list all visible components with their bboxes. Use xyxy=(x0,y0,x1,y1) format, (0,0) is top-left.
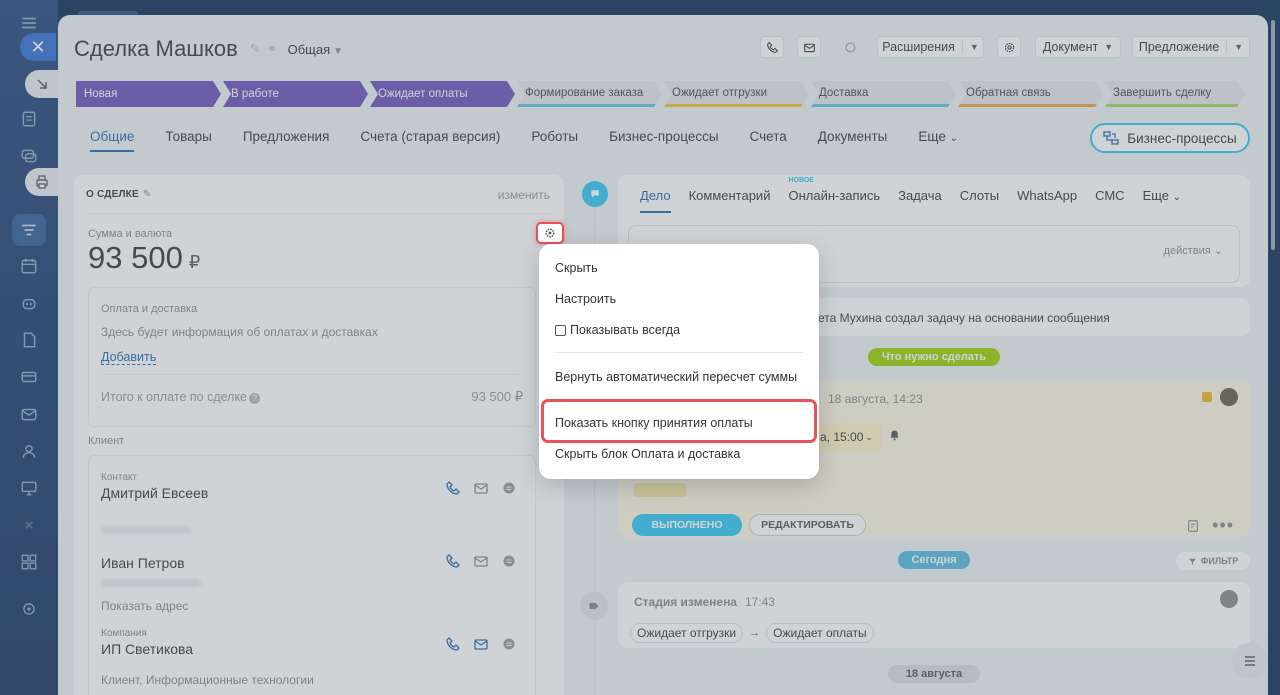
always-show-label: Показывать всегда xyxy=(570,323,681,337)
menu-item-restore-recalc[interactable]: Вернуть автоматический пересчет суммы xyxy=(555,370,797,384)
menu-item-configure[interactable]: Настроить xyxy=(555,292,616,306)
menu-divider xyxy=(555,352,803,353)
field-settings-button-highlight[interactable] xyxy=(536,222,564,244)
menu-item-always-show[interactable]: Показывать всегда xyxy=(555,323,680,337)
menu-item-hide[interactable]: Скрыть xyxy=(555,261,598,275)
gear-icon xyxy=(545,228,555,238)
scrollbar[interactable] xyxy=(1271,20,1275,250)
menu-item-show-payment-button[interactable]: Показать кнопку принятия оплаты xyxy=(555,416,753,430)
checkbox[interactable] xyxy=(555,324,566,336)
menu-item-hide-payment-block[interactable]: Скрыть блок Оплата и доставка xyxy=(555,447,740,461)
field-settings-menu: Скрыть Настроить Показывать всегда Верну… xyxy=(539,244,819,479)
